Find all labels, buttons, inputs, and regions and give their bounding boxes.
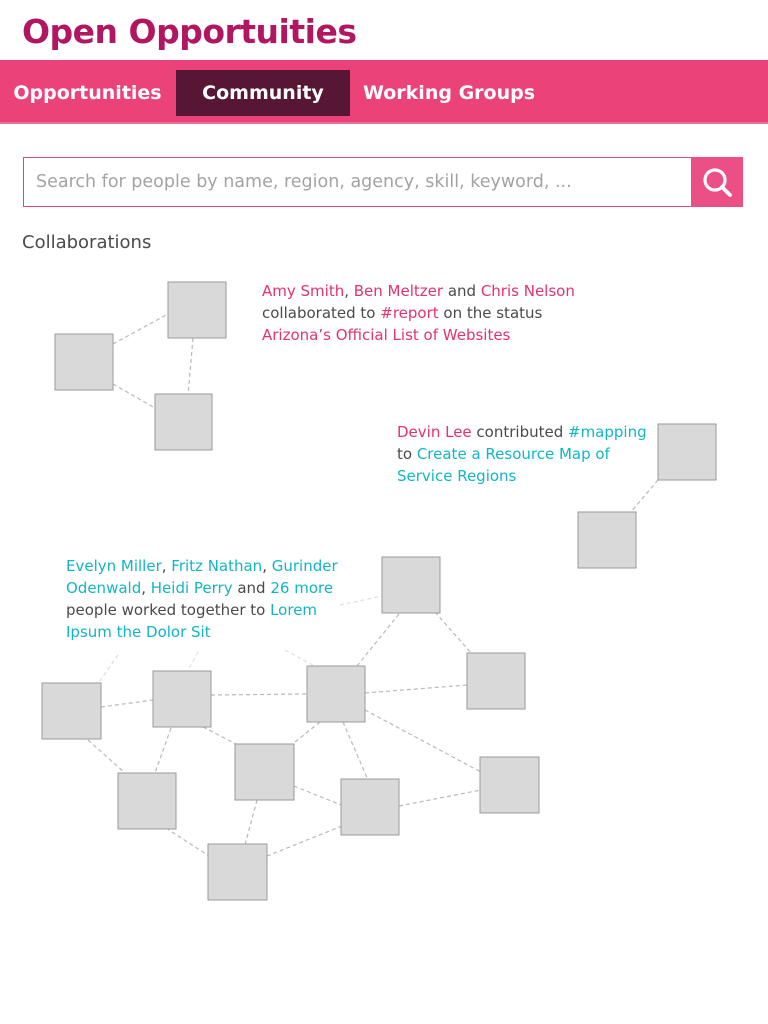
graph-edge: [210, 693, 308, 696]
graph-edge: [202, 726, 241, 747]
person-avatar[interactable]: [41, 682, 102, 740]
tag-link[interactable]: #report: [380, 304, 438, 322]
graph-edge: [186, 651, 199, 673]
graph-edge: [244, 799, 258, 846]
graph-edge: [165, 827, 210, 857]
separator: and: [232, 579, 271, 597]
tag-link[interactable]: #mapping: [568, 423, 647, 441]
person-link[interactable]: Chris Nelson: [481, 282, 575, 300]
graph-edge: [87, 739, 126, 774]
graph-edge: [398, 789, 482, 807]
graph-edge: [364, 709, 482, 773]
graph-edge: [356, 613, 400, 667]
graph-edge: [112, 313, 169, 345]
caption-text: to: [397, 445, 417, 463]
person-avatar[interactable]: [340, 778, 400, 836]
person-avatar[interactable]: [54, 333, 114, 391]
caption-text: contributed: [471, 423, 568, 441]
separator: ,: [161, 557, 172, 575]
separator: and: [443, 282, 481, 300]
person-link[interactable]: Heidi Perry: [151, 579, 233, 597]
graph-edge: [284, 649, 319, 669]
group1-nodes: [54, 281, 227, 451]
collaboration-caption-2: Devin Lee contributed #mapping to Create…: [397, 421, 647, 487]
person-avatar[interactable]: [167, 281, 227, 339]
graph-edge: [434, 611, 473, 655]
graph-edge: [364, 684, 468, 694]
project-link[interactable]: Create a Resource Map of Service Regions: [397, 445, 610, 485]
person-link[interactable]: Devin Lee: [397, 423, 472, 441]
separator: ,: [344, 282, 354, 300]
graph-edge: [154, 727, 172, 774]
person-avatar[interactable]: [152, 670, 212, 728]
graph-edge: [339, 595, 383, 606]
graph-edge: [266, 825, 343, 857]
collaboration-caption-3: Evelyn Miller, Fritz Nathan, Gurinder Od…: [66, 555, 341, 643]
person-avatar[interactable]: [657, 423, 717, 481]
graph-edge: [293, 785, 342, 806]
graph-edge: [96, 654, 119, 686]
person-avatar[interactable]: [381, 556, 441, 614]
separator: ,: [262, 557, 272, 575]
more-people-link[interactable]: 26 more: [270, 579, 333, 597]
caption-text: collaborated to: [262, 304, 381, 322]
person-link[interactable]: Fritz Nathan: [171, 557, 262, 575]
graph-edge: [100, 699, 154, 708]
person-link[interactable]: Evelyn Miller: [66, 557, 162, 575]
caption-text: people worked together to: [66, 601, 271, 619]
person-avatar[interactable]: [154, 393, 213, 451]
person-link[interactable]: Amy Smith: [262, 282, 344, 300]
project-link[interactable]: Arizona’s Official List of Websites: [262, 326, 510, 344]
person-avatar[interactable]: [306, 665, 366, 723]
person-avatar[interactable]: [117, 772, 177, 830]
separator: ,: [141, 579, 151, 597]
collaboration-graphs: [41, 281, 717, 901]
person-avatar[interactable]: [466, 652, 526, 710]
graph-edge: [112, 383, 156, 409]
person-avatar[interactable]: [479, 756, 540, 814]
person-avatar[interactable]: [577, 511, 637, 569]
person-avatar[interactable]: [207, 843, 268, 901]
graph-edge: [187, 337, 194, 396]
graph-edge: [289, 721, 321, 747]
collaboration-caption-1: Amy Smith, Ben Meltzer and Chris Nelson …: [262, 280, 602, 346]
person-link[interactable]: Ben Meltzer: [354, 282, 443, 300]
person-avatar[interactable]: [234, 743, 295, 801]
caption-text: on the status: [438, 304, 543, 322]
graph-edge: [342, 721, 369, 781]
